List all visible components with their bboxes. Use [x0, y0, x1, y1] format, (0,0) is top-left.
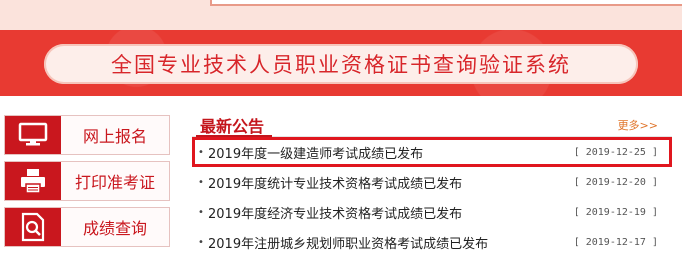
- banner: 全国专业技术人员职业资格证书查询验证系统: [0, 30, 682, 96]
- announcement-title[interactable]: 2019年注册城乡规划师职业资格考试成绩已发布: [208, 233, 488, 252]
- announcement-item[interactable]: • 2019年度一级建造师考试成绩已发布 [ 2019-12-25 ]: [192, 137, 672, 167]
- announcements-title: 最新公告: [200, 117, 265, 136]
- announcement-date: [ 2019-12-20 ]: [573, 176, 658, 188]
- announcement-date: [ 2019-12-19 ]: [573, 206, 658, 218]
- left-nav: 网上报名 打印准考证 成绩查询: [4, 115, 170, 253]
- nav-item-print-admission-ticket[interactable]: 打印准考证: [4, 161, 170, 201]
- announcement-date: [ 2019-12-25 ]: [573, 146, 658, 158]
- bullet-icon: •: [198, 146, 204, 158]
- nav-item-score-inquiry[interactable]: 成绩查询: [4, 207, 170, 247]
- bullet-icon: •: [198, 206, 204, 218]
- announcement-item[interactable]: • 2019年度统计专业技术资格考试成绩已发布 [ 2019-12-20 ]: [192, 167, 672, 197]
- nav-item-online-registration[interactable]: 网上报名: [4, 115, 170, 155]
- announcement-title[interactable]: 2019年度统计专业技术资格考试成绩已发布: [208, 173, 462, 192]
- search-document-icon: [5, 208, 61, 246]
- nav-label: 网上报名: [82, 127, 147, 146]
- banner-pill: 全国专业技术人员职业资格证书查询验证系统: [44, 44, 638, 84]
- top-panel-edge: [210, 0, 682, 6]
- announcement-item[interactable]: • 2019年注册城乡规划师职业资格考试成绩已发布 [ 2019-12-17 ]: [192, 227, 672, 257]
- announcement-item[interactable]: • 2019年度经济专业技术资格考试成绩已发布 [ 2019-12-19 ]: [192, 197, 672, 227]
- top-strip: [0, 0, 682, 30]
- printer-icon: [5, 162, 61, 200]
- announcement-date: [ 2019-12-17 ]: [573, 236, 658, 248]
- page: 全国专业技术人员职业资格证书查询验证系统 网上报名 打印准考证 成绩查询 最新公…: [0, 0, 682, 258]
- nav-label: 打印准考证: [74, 173, 155, 192]
- monitor-icon: [5, 116, 61, 154]
- banner-title: 全国专业技术人员职业资格证书查询验证系统: [111, 53, 571, 77]
- bullet-icon: •: [198, 236, 204, 248]
- announcement-list: • 2019年度一级建造师考试成绩已发布 [ 2019-12-25 ] • 20…: [192, 137, 672, 257]
- latest-announcements: 最新公告 更多>> • 2019年度一级建造师考试成绩已发布 [ 2019-12…: [192, 111, 672, 258]
- bullet-icon: •: [198, 176, 204, 188]
- more-link[interactable]: 更多>>: [618, 117, 658, 133]
- announcement-title[interactable]: 2019年度一级建造师考试成绩已发布: [208, 143, 423, 162]
- nav-label: 成绩查询: [82, 219, 147, 238]
- announcements-header: 最新公告 更多>>: [192, 111, 672, 137]
- announcement-title[interactable]: 2019年度经济专业技术资格考试成绩已发布: [208, 203, 462, 222]
